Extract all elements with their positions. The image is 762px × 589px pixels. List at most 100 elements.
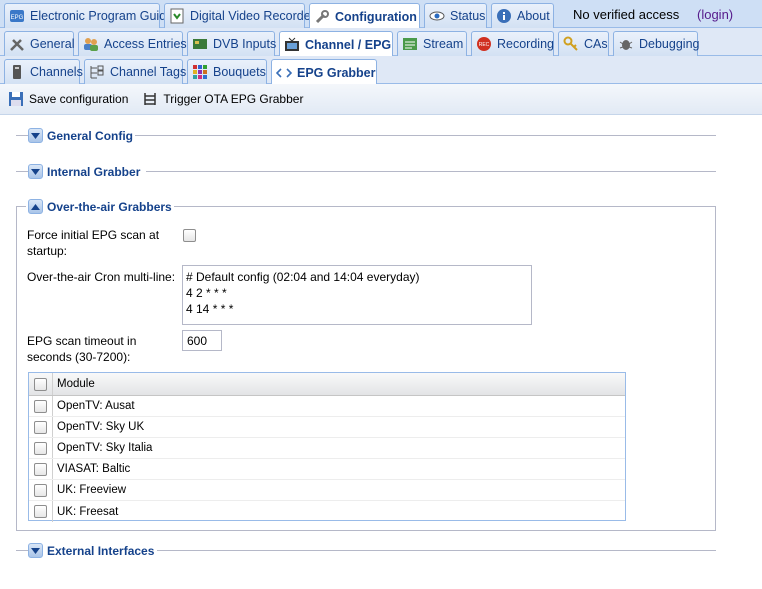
tab-status[interactable]: Status <box>424 3 487 28</box>
save-label: Save configuration <box>29 92 129 106</box>
tab-bouquets[interactable]: Bouquets <box>187 59 267 84</box>
epg-icon: EPG <box>9 8 25 24</box>
external-interfaces-header[interactable]: External Interfaces <box>28 543 154 558</box>
tab-configuration[interactable]: Configuration <box>309 3 420 29</box>
table-row[interactable]: UK: Freeview <box>29 480 625 501</box>
divider <box>16 171 28 172</box>
row-checkbox[interactable] <box>34 399 47 413</box>
bug-icon <box>618 36 634 52</box>
timeout-input[interactable] <box>182 330 222 351</box>
tab-label: CAs <box>584 37 608 51</box>
tab-channel-epg[interactable]: Channel / EPG <box>279 31 393 57</box>
tab-label: Recording <box>497 37 554 51</box>
row-checkbox[interactable] <box>34 462 47 476</box>
channel-epg-tab-bar: Channels Channel Tags Bouquets EPG Grabb… <box>0 56 762 85</box>
eye-icon <box>429 8 445 24</box>
row-checkbox[interactable] <box>34 420 47 434</box>
row-checkbox-cell <box>29 459 53 479</box>
tab-label: Stream <box>423 37 464 51</box>
general-config-header[interactable]: General Config <box>28 128 133 143</box>
tab-epg-grabber[interactable]: EPG Grabber <box>271 59 377 85</box>
force-scan-checkbox[interactable] <box>183 229 196 242</box>
table-row[interactable]: UK: Freesat <box>29 501 625 522</box>
tab-cas[interactable]: CAs <box>558 31 609 56</box>
tab-debugging[interactable]: Debugging <box>613 31 699 56</box>
divider <box>157 550 716 551</box>
tab-label: Channel / EPG <box>305 37 392 52</box>
config-tab-bar: General Access Entries DVB Inputs Channe… <box>0 28 762 57</box>
timeout-label: EPG scan timeout in seconds (30-7200): <box>27 333 136 365</box>
column-header-module[interactable]: Module <box>53 378 95 390</box>
table-row[interactable]: VIASAT: Baltic <box>29 459 625 480</box>
table-row[interactable]: OpenTV: Sky UK <box>29 417 625 438</box>
tab-label: Access Entries <box>104 37 187 51</box>
tab-channels[interactable]: Channels <box>4 59 83 84</box>
tab-label: Configuration <box>335 9 417 24</box>
divider <box>146 171 716 172</box>
select-all-checkbox[interactable] <box>34 377 47 391</box>
main-tab-bar: EPG Electronic Program Guide Digital Vid… <box>0 0 762 29</box>
tags-icon <box>89 64 105 80</box>
module-name: OpenTV: Sky Italia <box>57 442 153 454</box>
row-checkbox-cell <box>29 480 53 500</box>
module-name: OpenTV: Ausat <box>57 400 135 412</box>
row-checkbox[interactable] <box>34 441 47 455</box>
module-name: OpenTV: Sky UK <box>57 421 145 433</box>
tv-icon <box>284 37 300 53</box>
label-line: startup: <box>27 244 68 258</box>
expand-toggle-icon[interactable] <box>28 543 43 558</box>
trigger-ota-button[interactable]: Trigger OTA EPG Grabber <box>140 89 305 109</box>
section-title: External Interfaces <box>47 543 155 558</box>
key-icon <box>563 36 579 52</box>
row-checkbox-cell <box>29 438 53 458</box>
tab-dvr[interactable]: Digital Video Recorder <box>164 3 315 28</box>
row-checkbox-cell <box>29 417 53 437</box>
tab-dvb-inputs[interactable]: DVB Inputs <box>187 31 277 56</box>
row-checkbox[interactable] <box>34 505 47 518</box>
label-line: seconds (30-7200): <box>27 350 131 364</box>
cron-textarea[interactable] <box>182 265 532 325</box>
grid-header-row: Module <box>29 373 625 396</box>
collapse-toggle-icon[interactable] <box>28 199 43 214</box>
tab-epg[interactable]: EPG Electronic Program Guide <box>4 3 173 28</box>
info-icon <box>496 8 512 24</box>
label-line: EPG scan timeout in <box>27 334 137 348</box>
card-icon <box>192 36 208 52</box>
toolbar: Save configuration Trigger OTA EPG Grabb… <box>0 84 762 115</box>
expand-toggle-icon[interactable] <box>28 128 43 143</box>
grabber-icon <box>142 91 158 107</box>
table-row[interactable]: OpenTV: Sky Italia <box>29 438 625 459</box>
save-icon <box>8 91 24 107</box>
rec-icon: REC <box>476 36 492 52</box>
row-checkbox[interactable] <box>34 483 47 497</box>
tab-access-entries[interactable]: Access Entries <box>78 31 187 56</box>
tab-label: Digital Video Recorder <box>190 9 315 23</box>
tab-label: Electronic Program Guide <box>30 9 174 23</box>
tab-channel-tags[interactable]: Channel Tags <box>84 59 187 84</box>
section-title: Over-the-air Grabbers <box>47 199 172 214</box>
tab-recording[interactable]: REC Recording <box>471 31 554 56</box>
trigger-label: Trigger OTA EPG Grabber <box>163 92 304 106</box>
module-name: VIASAT: Baltic <box>57 463 131 475</box>
tab-label: General <box>30 37 75 51</box>
ota-grabbers-header[interactable]: Over-the-air Grabbers <box>26 199 174 214</box>
tab-general[interactable]: General <box>4 31 74 56</box>
internal-grabber-header[interactable]: Internal Grabber <box>28 164 140 179</box>
expand-toggle-icon[interactable] <box>28 164 43 179</box>
tab-label: About <box>517 9 550 23</box>
divider <box>135 135 716 136</box>
login-link[interactable]: (login) <box>697 7 733 22</box>
tab-about[interactable]: About <box>491 3 554 28</box>
tab-label: Bouquets <box>213 65 266 79</box>
table-row[interactable]: OpenTV: Ausat <box>29 396 625 417</box>
svg-text:REC: REC <box>479 42 490 48</box>
save-configuration-button[interactable]: Save configuration <box>6 89 130 109</box>
tab-label: DVB Inputs <box>213 37 277 51</box>
tools-icon <box>9 36 25 52</box>
tab-stream[interactable]: Stream <box>397 31 467 56</box>
cron-label: Over-the-air Cron multi-line: <box>27 270 176 284</box>
channels-icon <box>9 64 25 80</box>
stream-icon <box>402 36 418 52</box>
tab-label: Channels <box>30 65 83 79</box>
tab-label: Channel Tags <box>110 65 187 79</box>
